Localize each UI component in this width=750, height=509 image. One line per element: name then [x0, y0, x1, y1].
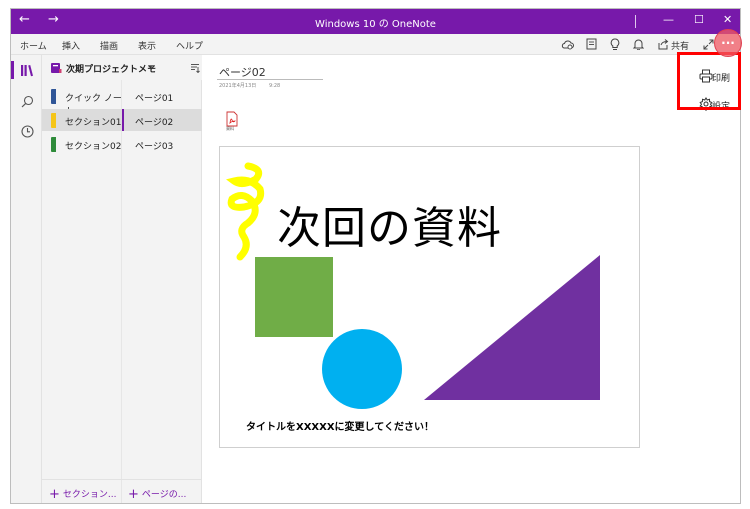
title-separator [635, 15, 636, 28]
menu-bar: ホーム 挿入 描画 表示 ヘルプ 共有 [11, 34, 740, 55]
plus-icon: + [49, 487, 60, 502]
plus-icon: + [128, 487, 139, 502]
section-color-tab [51, 113, 56, 128]
section-list: クイック ノート セクション01 セクション02 [42, 80, 122, 503]
purple-triangle-shape [424, 255, 600, 400]
page-time: 9:28 [269, 83, 281, 89]
tab-draw[interactable]: 描画 [100, 39, 118, 52]
section-item-quick-notes[interactable]: クイック ノート [42, 85, 122, 117]
add-section-label: セクション... [62, 490, 117, 500]
navigation-rail [11, 55, 42, 503]
yellow-ink-stroke [226, 162, 265, 261]
page-view-icon[interactable] [584, 37, 598, 51]
page-label: ページ02 [135, 118, 174, 128]
add-section-button[interactable]: + セクション... [49, 486, 117, 502]
section-label: セクション02 [65, 142, 122, 152]
add-page-button[interactable]: + ページの... [128, 486, 187, 502]
tab-help[interactable]: ヘルプ [176, 39, 203, 52]
section-color-tab [51, 137, 56, 152]
section-item-section02[interactable]: セクション02 [42, 133, 122, 155]
sync-status-icon[interactable] [560, 37, 574, 51]
page-title-underline [217, 79, 323, 80]
close-button[interactable]: ✕ [723, 13, 732, 26]
page-date: 2021年4月13日 [219, 83, 257, 89]
slide-heading: 次回の資料 [277, 203, 502, 254]
page-item-02[interactable]: ページ02 [122, 109, 202, 131]
page-item-03[interactable]: ページ03 [122, 133, 202, 155]
maximize-button[interactable]: ☐ [694, 13, 704, 26]
rail-selection-indicator [11, 61, 14, 79]
notebook-icon [51, 63, 62, 73]
title-bar: ← → Windows 10 の OneNote — ☐ ✕ [11, 9, 740, 34]
page-item-01[interactable]: ページ01 [122, 85, 202, 107]
list-divider [42, 479, 202, 480]
onenote-window: ← → Windows 10 の OneNote — ☐ ✕ ホーム 挿入 描画… [10, 8, 741, 504]
tab-view[interactable]: 表示 [138, 39, 156, 52]
page-list: ページ01 ページ02 ページ03 [122, 80, 202, 503]
green-square-shape [255, 257, 333, 337]
highlight-box [677, 52, 741, 110]
lightbulb-icon[interactable] [608, 37, 622, 51]
tab-insert[interactable]: 挿入 [62, 39, 80, 52]
notebooks-icon[interactable] [19, 62, 35, 78]
notebook-name: 次期プロジェクトメモ [66, 65, 157, 75]
page-label: ページ01 [135, 94, 174, 104]
section-label: セクション01 [65, 118, 122, 128]
page-label: ページ03 [135, 142, 174, 152]
bell-icon[interactable] [631, 37, 645, 51]
sort-icon[interactable] [190, 63, 200, 73]
search-icon[interactable] [19, 93, 35, 109]
window-title: Windows 10 の OneNote [315, 19, 436, 30]
page-title[interactable]: ページ02 [219, 64, 266, 80]
blue-circle-shape [322, 329, 402, 409]
share-button[interactable]: 共有 [671, 39, 689, 52]
attachment-name: 資料 [226, 126, 234, 131]
recent-clock-icon[interactable] [19, 123, 35, 139]
chevron-down-icon [148, 65, 155, 70]
page-timestamp: 2021年4月13日 9:28 [219, 82, 280, 89]
page-selection-indicator [122, 109, 124, 131]
slide-caption: タイトルをXXXXXに変更してください！ [246, 422, 434, 433]
section-color-tab [51, 89, 56, 104]
minimize-button[interactable]: — [663, 13, 674, 26]
tab-home[interactable]: ホーム [20, 39, 47, 52]
notebook-selector[interactable]: 次期プロジェクトメモ [42, 55, 202, 80]
slide-image[interactable]: 次回の資料 タイトルをXXXXXに変更してください！ [219, 146, 640, 448]
share-icon[interactable] [656, 37, 670, 51]
add-page-label: ページの... [141, 490, 187, 500]
more-options-button[interactable]: ··· [714, 29, 742, 57]
fullscreen-icon[interactable] [701, 37, 715, 51]
section-item-section01[interactable]: セクション01 [42, 109, 122, 131]
